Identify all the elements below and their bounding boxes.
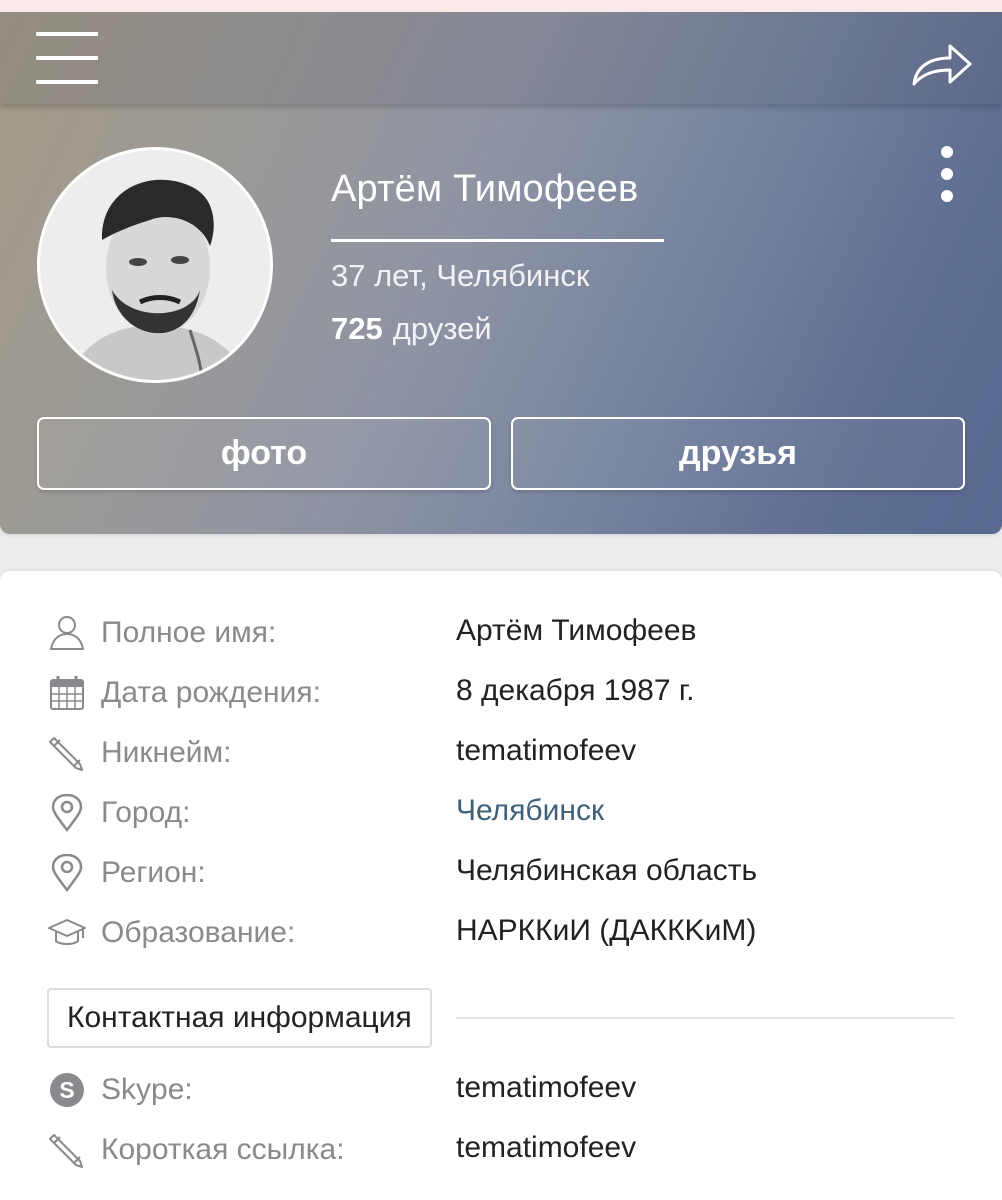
- contact-info-tab[interactable]: Контактная информация: [47, 988, 432, 1048]
- info-label: Полное имя:: [101, 616, 277, 649]
- info-value: tematimofeev: [456, 1071, 637, 1104]
- info-value: tematimofeev: [456, 734, 637, 767]
- pencil-icon: [48, 734, 86, 772]
- profile-friends[interactable]: 725 друзей: [331, 311, 492, 347]
- info-row-birthday: Дата рождения: 8 декабря 1987 г.: [0, 668, 1002, 718]
- info-row-skype: S Skype: tematimofeev: [0, 1065, 1002, 1115]
- calendar-icon: [48, 674, 86, 712]
- info-label: Образование:: [101, 916, 296, 949]
- info-card: Полное имя: Артём Тимофеев Дата рождения…: [0, 571, 1002, 1200]
- hamburger-menu-icon[interactable]: [36, 32, 98, 84]
- info-label: Дата рождения:: [101, 676, 321, 709]
- city-link[interactable]: Челябинск: [456, 794, 604, 828]
- more-options-icon[interactable]: [930, 144, 964, 204]
- friends-button[interactable]: друзья: [511, 417, 965, 490]
- info-row-nickname: Никнейм: tematimofeev: [0, 728, 1002, 778]
- info-value: tematimofeev: [456, 1131, 637, 1164]
- svg-text:S: S: [59, 1077, 74, 1103]
- section-divider: [456, 1017, 954, 1019]
- pencil-icon: [48, 1131, 86, 1169]
- skype-icon: S: [48, 1071, 86, 1109]
- info-label: Никнейм:: [101, 736, 232, 769]
- info-row-full-name: Полное имя: Артём Тимофеев: [0, 608, 1002, 658]
- location-pin-icon: [48, 793, 86, 833]
- user-icon: [48, 614, 86, 652]
- info-value: Челябинская область: [456, 854, 758, 887]
- profile-header: Артём Тимофеев 37 лет, Челябинск 725 друз…: [0, 12, 1002, 534]
- profile-age-city: 37 лет, Челябинск: [331, 258, 590, 293]
- friends-count: 725: [331, 311, 383, 346]
- info-value: НАРККиИ (ДАККKиМ): [456, 914, 757, 947]
- status-strip: [0, 0, 1002, 12]
- avatar[interactable]: [37, 147, 273, 383]
- graduation-cap-icon: [48, 914, 86, 952]
- info-value: Артём Тимофеев: [456, 614, 697, 647]
- info-label: Город:: [101, 796, 191, 829]
- info-row-city: Город: Челябинск: [0, 788, 1002, 838]
- name-divider: [331, 239, 664, 242]
- info-row-region: Регион: Челябинская область: [0, 848, 1002, 898]
- info-label: Skype:: [101, 1073, 193, 1106]
- info-row-education: Образование: НАРККиИ (ДАККKиМ): [0, 908, 1002, 958]
- photo-button[interactable]: фото: [37, 417, 491, 490]
- profile-name: Артём Тимофеев: [331, 168, 639, 210]
- friends-label: друзей: [392, 311, 492, 346]
- info-label: Короткая ссылка:: [101, 1133, 345, 1166]
- info-value: 8 декабря 1987 г.: [456, 674, 695, 707]
- info-row-short-link: Короткая ссылка: tematimofeev: [0, 1125, 1002, 1175]
- info-label: Регион:: [101, 856, 206, 889]
- share-icon[interactable]: [910, 38, 976, 92]
- location-pin-icon: [48, 853, 86, 893]
- top-bar: [0, 12, 1002, 104]
